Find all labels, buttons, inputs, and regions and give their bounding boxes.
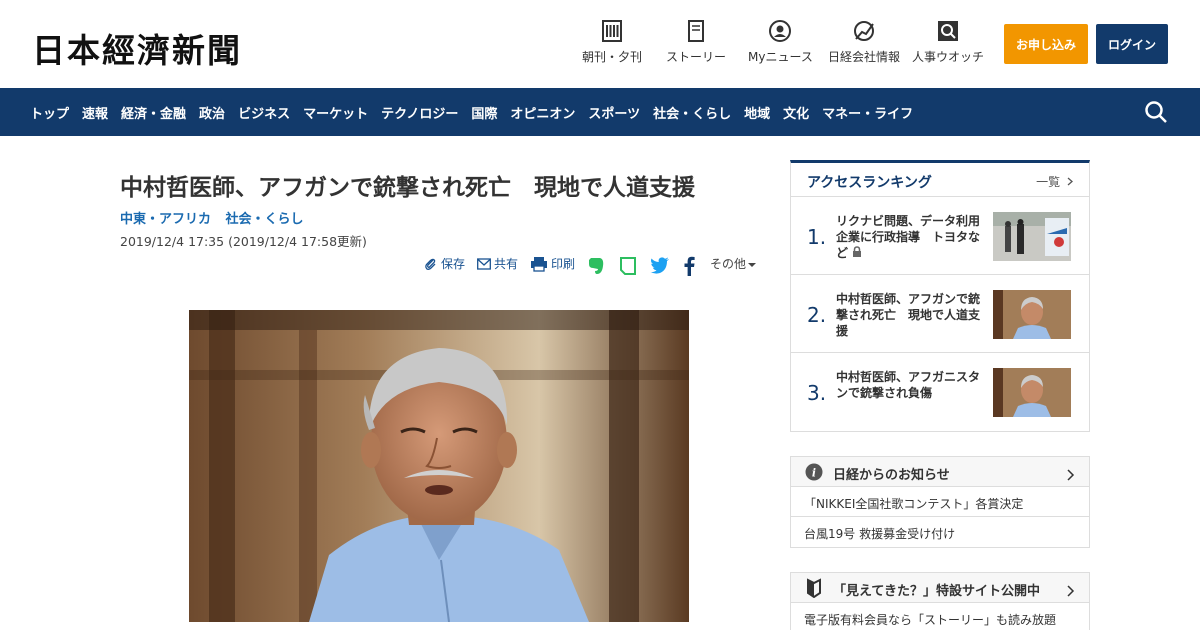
rank-number: 1.	[807, 225, 827, 249]
twitter-icon[interactable]	[650, 256, 670, 274]
chevron-right-icon	[1067, 466, 1075, 485]
book-icon	[685, 20, 707, 42]
bookmark-icon[interactable]	[619, 256, 637, 276]
paperclip-icon	[424, 257, 438, 271]
rank-headline: 中村哲医師、アフガニスタンで銃撃され負傷	[836, 370, 981, 400]
nav-item-region[interactable]: 地域	[744, 103, 770, 122]
notice-header[interactable]: i 日経からのお知らせ	[791, 457, 1089, 487]
nav-personnel-watch[interactable]: 人事ウオッチ	[912, 20, 984, 65]
nav-item-technology[interactable]: テクノロジー	[381, 103, 458, 122]
nav-label: 朝刊・夕刊	[582, 50, 643, 64]
rank-headline: 中村哲医師、アフガンで銃撃され死亡 現地で人道支援	[836, 292, 981, 338]
rank-thumbnail	[993, 290, 1071, 339]
notice-title: 「見えてきた？」特設サイト公開中	[833, 584, 1040, 599]
rank-number: 2.	[807, 303, 827, 327]
info-icon: i	[805, 463, 823, 485]
nav-label: 人事ウオッチ	[912, 50, 985, 64]
nav-item-culture[interactable]: 文化	[783, 103, 809, 122]
nav-item-opinion[interactable]: オピニオン	[510, 103, 575, 122]
nav-item-politics[interactable]: 政治	[199, 103, 225, 122]
chevron-right-icon	[1067, 175, 1073, 189]
print-button[interactable]: 印刷	[530, 255, 575, 272]
rank-thumbnail	[993, 368, 1071, 417]
rank-number: 3.	[807, 381, 827, 405]
login-button[interactable]: ログイン	[1096, 24, 1168, 64]
nav-item-international[interactable]: 国際	[471, 103, 497, 122]
nav-story[interactable]: ストーリー	[666, 20, 726, 65]
nav-label: ストーリー	[666, 50, 727, 64]
evernote-icon[interactable]	[587, 256, 605, 276]
rank-headline: リクナビ問題、データ利用企業に行政指導 トヨタなど	[836, 214, 981, 260]
notice-link[interactable]: 電子版有料会員なら「ストーリー」も読み放題	[791, 603, 1089, 628]
nav-item-top[interactable]: トップ	[30, 103, 69, 122]
notice-link[interactable]: 台風19号 救援募金受け付け	[791, 517, 1089, 547]
nav-morning-evening[interactable]: 朝刊・夕刊	[582, 20, 642, 65]
ranking-item[interactable]: 1. リクナビ問題、データ利用企業に行政指導 トヨタなど	[791, 197, 1089, 275]
facebook-icon[interactable]	[683, 256, 695, 276]
article-title: 中村哲医師、アフガンで銃撃され死亡 現地で人道支援	[120, 175, 695, 201]
nav-item-sports[interactable]: スポーツ	[588, 103, 640, 122]
nav-company-info[interactable]: 日経会社情報	[828, 20, 900, 65]
main-nav: トップ 速報 経済・金融 政治 ビジネス マーケット テクノロジー 国際 オピニ…	[0, 88, 1200, 136]
ranking-item[interactable]: 2. 中村哲医師、アフガンで銃撃され死亡 現地で人道支援	[791, 275, 1089, 353]
nav-item-society[interactable]: 社会・くらし	[653, 103, 731, 122]
caret-down-icon	[748, 257, 757, 271]
ranking-header: アクセスランキング 一覧	[791, 163, 1089, 197]
site-header: 日本經濟新聞 朝刊・夕刊 ストーリー Myニュース 日経会社情報 人事ウオッチ …	[0, 0, 1200, 88]
category-link[interactable]: 社会・くらし	[226, 212, 304, 227]
article-categories: 中東・アフリカ 社会・くらし	[120, 208, 314, 227]
nav-label: 日経会社情報	[828, 50, 901, 64]
chevron-right-icon	[1067, 582, 1075, 601]
lock-icon	[852, 246, 862, 260]
notice-title: 日経からのお知らせ	[833, 468, 950, 483]
ranking-title: アクセスランキング	[807, 175, 932, 191]
more-share-button[interactable]: その他	[710, 255, 757, 272]
notice-header[interactable]: 「見えてきた？」特設サイト公開中	[791, 573, 1089, 603]
shield-icon	[806, 578, 822, 602]
nav-item-market[interactable]: マーケット	[303, 103, 368, 122]
rank-thumbnail	[993, 212, 1071, 261]
nav-my-news[interactable]: Myニュース	[748, 20, 813, 65]
access-ranking: アクセスランキング 一覧 1. リクナビ問題、データ利用企業に行政指導 トヨタな…	[790, 160, 1090, 432]
person-icon	[769, 20, 792, 42]
search-person-icon	[937, 20, 959, 42]
nav-item-money-life[interactable]: マネー・ライフ	[822, 103, 913, 122]
nikkei-notice: i 日経からのお知らせ 「NIKKEI全国社歌コンテスト」各賞決定 台風19号 …	[790, 456, 1090, 548]
article-photo	[189, 310, 689, 622]
special-site-notice: 「見えてきた？」特設サイト公開中 電子版有料会員なら「ストーリー」も読み放題	[790, 572, 1090, 630]
newspaper-icon	[601, 20, 623, 42]
mail-icon	[477, 257, 491, 270]
subscribe-button[interactable]: お申し込み	[1004, 24, 1088, 64]
nav-item-breaking[interactable]: 速報	[82, 103, 108, 122]
nav-item-business[interactable]: ビジネス	[238, 103, 290, 122]
notice-link[interactable]: 「NIKKEI全国社歌コンテスト」各賞決定	[791, 487, 1089, 517]
category-link[interactable]: 中東・アフリカ	[120, 212, 211, 227]
share-button[interactable]: 共有	[477, 255, 518, 272]
chart-icon	[853, 20, 875, 42]
printer-icon	[530, 256, 548, 272]
save-button[interactable]: 保存	[424, 255, 465, 272]
article-date: 2019/12/4 17:35 (2019/12/4 17:58更新)	[120, 234, 367, 249]
site-logo[interactable]: 日本經濟新聞	[32, 24, 242, 72]
nav-item-economy[interactable]: 経済・金融	[121, 103, 186, 122]
nav-label: Myニュース	[748, 50, 813, 64]
search-icon[interactable]	[1144, 100, 1168, 128]
svg-text:i: i	[812, 467, 816, 480]
ranking-item[interactable]: 3. 中村哲医師、アフガニスタンで銃撃され負傷	[791, 353, 1089, 431]
ranking-all-link[interactable]: 一覧	[1036, 173, 1073, 190]
